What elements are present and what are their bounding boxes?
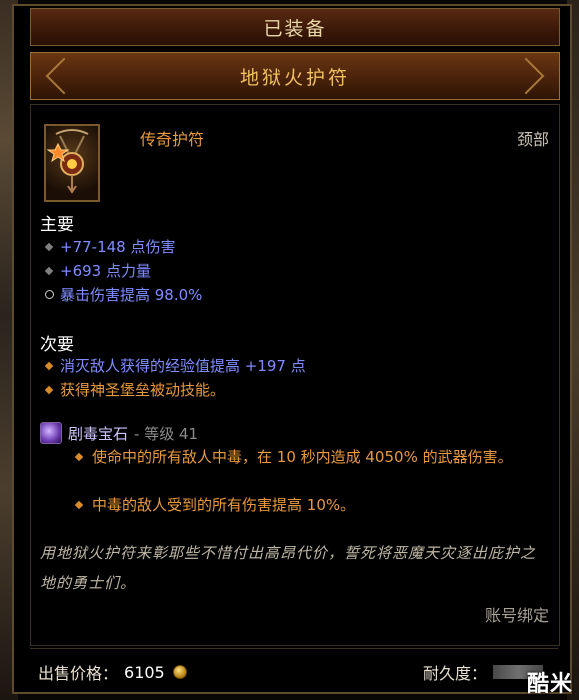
primary-stat-text: +77-148 点伤害 bbox=[60, 238, 176, 256]
primary-stat: +77-148 点伤害 bbox=[40, 236, 175, 257]
sell-price-value: 6105 bbox=[124, 662, 165, 682]
socketed-gem: 剧毒宝石 - 等级 41 bbox=[40, 422, 198, 444]
account-bound-label: 账号绑定 bbox=[484, 606, 549, 625]
durability: 耐久度： bbox=[423, 660, 543, 684]
poison-gem-icon bbox=[40, 422, 62, 444]
primary-section-title: 主要 bbox=[40, 215, 74, 235]
secondary-stat-text: 获得神圣堡垒被动技能。 bbox=[60, 381, 226, 399]
gem-level: - 等级 41 bbox=[134, 424, 199, 443]
gem-effect-text: 使命中的所有敌人中毒，在 10 秒内造成 4050% 的武器伤害。 bbox=[92, 448, 513, 466]
item-slot: 颈部 bbox=[516, 130, 549, 149]
equipped-header: 已装备 bbox=[30, 8, 560, 46]
primary-stat-text: 暴击伤害提高 98.0% bbox=[60, 286, 203, 304]
orange-diamond-icon bbox=[44, 361, 54, 370]
sell-price: 出售价格： 6105 bbox=[38, 660, 187, 684]
sell-price-label: 出售价格： bbox=[38, 664, 119, 683]
footer-divider bbox=[30, 648, 558, 649]
primary-stat-text: +693 点力量 bbox=[60, 262, 151, 280]
secondary-stat-text: 消灭敌人获得的经验值提高 +197 点 bbox=[60, 357, 306, 375]
item-name-header: 地狱火护符 bbox=[30, 52, 560, 100]
gem-effect: 中毒的敌人受到的所有伤害提高 10%。 bbox=[72, 494, 552, 516]
primary-stat: 暴击伤害提高 98.0% bbox=[40, 284, 202, 305]
equipped-label: 已装备 bbox=[263, 17, 327, 40]
gem-effect: 使命中的所有敌人中毒，在 10 秒内造成 4050% 的武器伤害。 bbox=[72, 446, 552, 468]
secondary-section-title: 次要 bbox=[40, 335, 74, 355]
gray-diamond-icon bbox=[44, 266, 54, 275]
primary-stat: +693 点力量 bbox=[40, 260, 151, 281]
amulet-icon bbox=[44, 124, 100, 202]
orange-diamond-icon bbox=[44, 385, 54, 394]
open-circle-icon bbox=[44, 290, 54, 299]
durability-label: 耐久度： bbox=[422, 664, 487, 683]
flavor-text: 用地狱火护符来彰耶些不惜付出高昂代价，誓死将恶魔天灾逐出庇护之地的勇士们。 bbox=[40, 544, 537, 592]
gray-diamond-icon bbox=[44, 242, 54, 251]
gold-coin-icon bbox=[172, 665, 187, 679]
item-name: 地狱火护符 bbox=[239, 66, 350, 89]
item-type: 传奇护符 bbox=[140, 130, 205, 149]
secondary-stat: 消灭敌人获得的经验值提高 +197 点 bbox=[40, 355, 306, 376]
watermark: 酷米 bbox=[526, 672, 573, 697]
gem-name: 剧毒宝石 bbox=[68, 424, 129, 443]
secondary-stat: 获得神圣堡垒被动技能。 bbox=[40, 379, 225, 400]
gem-effect-text: 中毒的敌人受到的所有伤害提高 10%。 bbox=[92, 496, 356, 514]
